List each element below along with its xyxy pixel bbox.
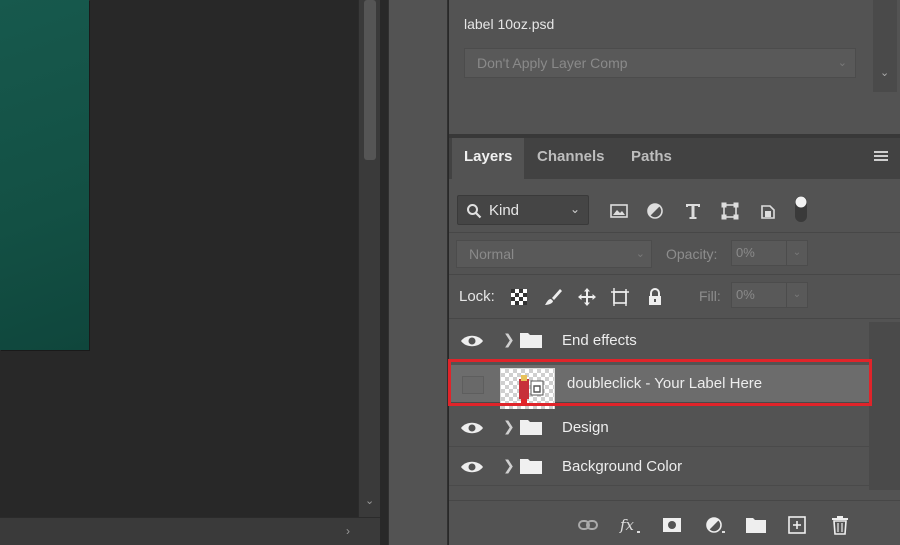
blend-mode-value: Normal (469, 246, 515, 262)
new-group-icon[interactable] (745, 515, 767, 535)
layer-name: doubleclick - Your Label Here (567, 375, 763, 392)
thumbnail-art-icon (519, 375, 544, 405)
separator (449, 274, 900, 275)
scrollbar-thumb[interactable] (364, 0, 376, 160)
layer-row-background-color[interactable]: ❯ Background Color (449, 448, 869, 486)
layer-row-smart-object[interactable]: doubleclick - Your Label Here (449, 365, 869, 410)
adjustment-filter-icon[interactable] (644, 200, 666, 222)
fx-icon[interactable]: fx (619, 515, 641, 535)
lock-transparent-icon[interactable] (508, 286, 530, 308)
smart-object-filter-icon[interactable] (757, 200, 779, 222)
eye-icon[interactable] (459, 418, 485, 438)
document-canvas[interactable] (0, 0, 89, 350)
layers-bottom-bar: fx (449, 500, 900, 545)
separator (449, 232, 900, 233)
document-name: label 10oz.psd (464, 16, 555, 32)
photoshop-window: ⌄ › label 10oz.psd Don't Apply Layer Com… (0, 0, 900, 545)
separator (449, 318, 900, 319)
layer-row-design[interactable]: ❯ Design (449, 409, 869, 447)
filter-toggle-icon[interactable] (791, 194, 811, 224)
chevron-down-icon[interactable]: ⌄ (880, 66, 889, 79)
chevron-down-icon: ⌄ (569, 202, 580, 216)
blend-row: Normal ⌄ Opacity: 0% ⌄ (449, 236, 900, 270)
blend-mode-select[interactable]: Normal ⌄ (456, 240, 652, 268)
tab-channels[interactable]: Channels (525, 138, 617, 179)
layer-row-end-effects[interactable]: ❯ End effects (449, 322, 869, 360)
panel-menu-icon[interactable] (874, 151, 888, 163)
opacity-label: Opacity: (666, 246, 718, 262)
folder-icon (520, 333, 542, 348)
panel-tab-bar: Layers Channels Paths (449, 138, 900, 179)
fill-dropdown[interactable]: ⌄ (786, 282, 808, 308)
opacity-dropdown[interactable]: ⌄ (786, 240, 808, 266)
eye-icon[interactable] (459, 457, 485, 477)
filter-kind-label: Kind (489, 202, 520, 219)
filter-kind-select[interactable]: Kind ⌄ (457, 195, 589, 225)
chevron-right-icon[interactable]: ❯ (503, 457, 515, 474)
fill-label: Fill: (699, 288, 721, 304)
fill-input[interactable]: 0% (731, 282, 787, 308)
adjustment-icon[interactable] (704, 515, 726, 535)
canvas-vertical-scrollbar[interactable]: ⌄ (358, 0, 380, 517)
folder-icon (520, 459, 542, 474)
layer-name: Design (562, 419, 609, 436)
folder-icon (520, 420, 542, 435)
layer-list: ❯ End effects doubleclick - Your Label H… (449, 322, 869, 490)
layer-comp-select-value: Don't Apply Layer Comp (477, 55, 628, 71)
lock-paint-icon[interactable] (542, 286, 564, 308)
shape-filter-icon[interactable] (719, 200, 741, 222)
svg-text:fx: fx (619, 516, 635, 534)
panel-gutter (380, 0, 388, 545)
canvas-horizontal-scrollbar[interactable]: › (0, 517, 380, 545)
lock-label: Lock: (459, 288, 495, 305)
search-icon (467, 204, 482, 219)
layer-thumbnail[interactable] (500, 368, 555, 410)
visibility-toggle[interactable] (462, 376, 484, 394)
layer-list-scrollbar[interactable] (869, 322, 900, 490)
tab-layers[interactable]: Layers (452, 138, 525, 179)
link-icon[interactable] (577, 515, 599, 535)
lock-artboard-icon[interactable] (609, 286, 631, 308)
chevron-down-icon[interactable]: ⌄ (365, 494, 374, 507)
chevron-right-icon[interactable]: › (346, 524, 350, 538)
layer-name: End effects (562, 332, 637, 349)
layer-comp-select[interactable]: Don't Apply Layer Comp ⌄ (464, 48, 856, 78)
collapsed-panel-strip (388, 0, 448, 545)
layer-filter-row: Kind ⌄ (449, 192, 900, 228)
trash-icon[interactable] (829, 515, 851, 535)
lock-move-icon[interactable] (576, 286, 598, 308)
lock-all-icon[interactable] (644, 286, 666, 308)
layer-comps-panel: label 10oz.psd Don't Apply Layer Comp ⌄ … (449, 0, 900, 134)
layers-panel: Layers Channels Paths Kind ⌄ Normal ⌄ Op… (449, 138, 900, 545)
image-filter-icon[interactable] (608, 200, 630, 222)
new-layer-icon[interactable] (786, 515, 808, 535)
chevron-down-icon: ⌄ (837, 57, 847, 69)
tab-paths[interactable]: Paths (619, 138, 684, 179)
chevron-right-icon[interactable]: ❯ (503, 331, 515, 348)
eye-icon[interactable] (459, 331, 485, 351)
mask-icon[interactable] (661, 515, 683, 535)
comps-scrollbar[interactable]: ⌄ (873, 0, 897, 92)
type-filter-icon[interactable] (682, 200, 704, 222)
chevron-down-icon: ⌄ (635, 248, 645, 260)
chevron-right-icon[interactable]: ❯ (503, 418, 515, 435)
lock-row: Lock: Fill: 0% ⌄ (449, 278, 900, 314)
canvas-area[interactable] (0, 0, 358, 517)
layer-name: Background Color (562, 458, 683, 475)
opacity-input[interactable]: 0% (731, 240, 787, 266)
